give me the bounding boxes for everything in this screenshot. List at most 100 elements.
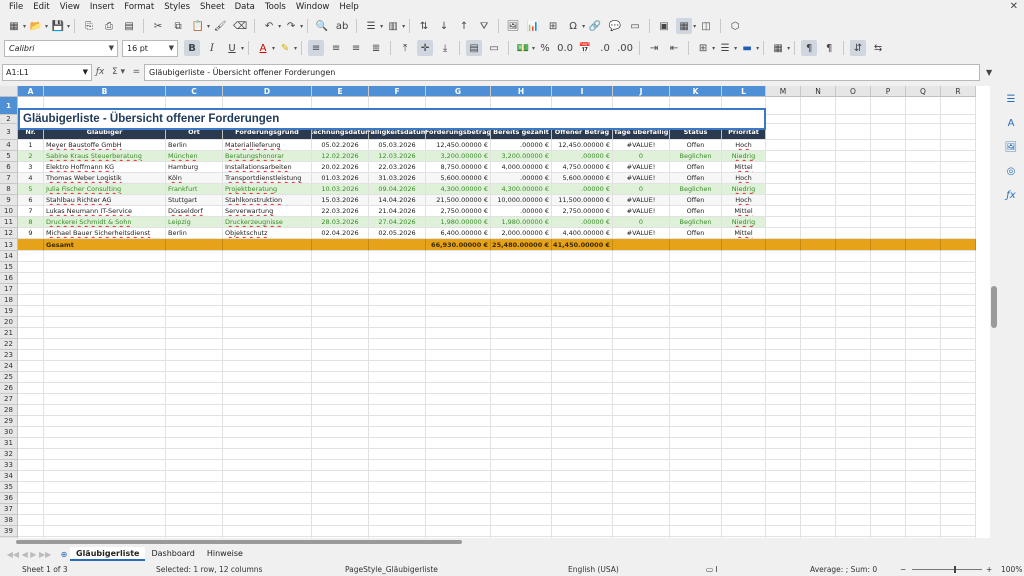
cell-d34[interactable] xyxy=(223,471,312,482)
cell-p15[interactable] xyxy=(871,262,906,273)
cell-grid[interactable]: Nr.GläubigerOrtForderungsgrundRechnungsd… xyxy=(18,97,990,546)
cell-c12[interactable]: Berlin xyxy=(166,228,223,239)
cell-k35[interactable] xyxy=(670,482,722,493)
cell-l16[interactable] xyxy=(722,273,766,284)
cell-m13[interactable] xyxy=(766,239,801,251)
cell-n24[interactable] xyxy=(801,361,836,372)
row-header-33[interactable]: 33 xyxy=(0,460,18,471)
cell-b24[interactable] xyxy=(44,361,166,372)
cell-p23[interactable] xyxy=(871,350,906,361)
cell-j6[interactable]: #VALUE! xyxy=(613,162,670,173)
add-decimal-icon[interactable]: .0 xyxy=(597,40,613,56)
cell-q38[interactable] xyxy=(906,515,941,526)
export-pdf-icon[interactable]: ⎘ xyxy=(81,18,97,34)
cell-m37[interactable] xyxy=(766,504,801,515)
cell-r17[interactable] xyxy=(941,284,976,295)
cell-q39[interactable] xyxy=(906,526,941,537)
cell-k14[interactable] xyxy=(670,251,722,262)
cell-n19[interactable] xyxy=(801,306,836,317)
cell-c38[interactable] xyxy=(166,515,223,526)
cell-r19[interactable] xyxy=(941,306,976,317)
cell-i10[interactable]: 2,750.00000 € xyxy=(552,206,613,217)
highlight-color-icon[interactable]: ✎ xyxy=(277,40,293,56)
new-icon[interactable]: ▦ xyxy=(6,18,22,34)
cell-f5[interactable]: 12.03.2026 xyxy=(369,151,426,162)
cell-f20[interactable] xyxy=(369,317,426,328)
clone-formatting-icon[interactable]: 🖌 xyxy=(212,18,228,34)
cell-n30[interactable] xyxy=(801,427,836,438)
cell-c9[interactable]: Stuttgart xyxy=(166,195,223,206)
cell-c6[interactable]: Hamburg xyxy=(166,162,223,173)
cell-l4[interactable]: Hoch xyxy=(722,140,766,151)
cell-b16[interactable] xyxy=(44,273,166,284)
cell-n1[interactable] xyxy=(801,97,836,115)
cell-b35[interactable] xyxy=(44,482,166,493)
cell-m15[interactable] xyxy=(766,262,801,273)
cell-m21[interactable] xyxy=(766,328,801,339)
cell-m19[interactable] xyxy=(766,306,801,317)
cell-n26[interactable] xyxy=(801,383,836,394)
cell-j15[interactable] xyxy=(613,262,670,273)
cell-j7[interactable]: #VALUE! xyxy=(613,173,670,184)
cell-e30[interactable] xyxy=(312,427,369,438)
cell-r25[interactable] xyxy=(941,372,976,383)
cell-o34[interactable] xyxy=(836,471,871,482)
cell-o11[interactable] xyxy=(836,217,871,228)
cell-r10[interactable] xyxy=(941,206,976,217)
cell-g33[interactable] xyxy=(426,460,491,471)
row-header-37[interactable]: 37 xyxy=(0,504,18,515)
column-header-c[interactable]: C xyxy=(166,86,223,97)
cell-e28[interactable] xyxy=(312,405,369,416)
cell-p7[interactable] xyxy=(871,173,906,184)
cell-k22[interactable] xyxy=(670,339,722,350)
cell-l31[interactable] xyxy=(722,438,766,449)
cell-r38[interactable] xyxy=(941,515,976,526)
cell-o31[interactable] xyxy=(836,438,871,449)
align-right-icon[interactable]: ≡ xyxy=(348,40,364,56)
cell-j22[interactable] xyxy=(613,339,670,350)
cell-a19[interactable] xyxy=(18,306,44,317)
gallery-icon[interactable]: 🖼 xyxy=(1004,140,1018,154)
cell-i36[interactable] xyxy=(552,493,613,504)
cell-q14[interactable] xyxy=(906,251,941,262)
cell-c24[interactable] xyxy=(166,361,223,372)
cell-j36[interactable] xyxy=(613,493,670,504)
cell-k17[interactable] xyxy=(670,284,722,295)
cell-o29[interactable] xyxy=(836,416,871,427)
cell-c28[interactable] xyxy=(166,405,223,416)
cell-b15[interactable] xyxy=(44,262,166,273)
cell-d30[interactable] xyxy=(223,427,312,438)
cell-i28[interactable] xyxy=(552,405,613,416)
cell-p34[interactable] xyxy=(871,471,906,482)
row-header-31[interactable]: 31 xyxy=(0,438,18,449)
cell-l12[interactable]: Mittel xyxy=(722,228,766,239)
print-preview-icon[interactable]: ▤ xyxy=(121,18,137,34)
cell-g34[interactable] xyxy=(426,471,491,482)
cell-p32[interactable] xyxy=(871,449,906,460)
cell-r9[interactable] xyxy=(941,195,976,206)
cell-b37[interactable] xyxy=(44,504,166,515)
cell-i34[interactable] xyxy=(552,471,613,482)
cell-k24[interactable] xyxy=(670,361,722,372)
cell-q26[interactable] xyxy=(906,383,941,394)
cell-n39[interactable] xyxy=(801,526,836,537)
cell-q23[interactable] xyxy=(906,350,941,361)
row-header-1[interactable]: 1 xyxy=(0,97,18,115)
cell-f12[interactable]: 02.05.2026 xyxy=(369,228,426,239)
cell-n21[interactable] xyxy=(801,328,836,339)
copy-icon[interactable]: ⧉ xyxy=(170,18,186,34)
cell-f34[interactable] xyxy=(369,471,426,482)
cell-h10[interactable]: .00000 € xyxy=(491,206,552,217)
column-header-i[interactable]: I xyxy=(552,86,613,97)
column-header-e[interactable]: E xyxy=(312,86,369,97)
header-footer-icon[interactable]: ▭ xyxy=(627,18,643,34)
cell-d16[interactable] xyxy=(223,273,312,284)
cell-i29[interactable] xyxy=(552,416,613,427)
cell-r2[interactable] xyxy=(941,115,976,124)
cell-d35[interactable] xyxy=(223,482,312,493)
clear-formatting-icon[interactable]: ⌫ xyxy=(232,18,248,34)
cell-l39[interactable] xyxy=(722,526,766,537)
cell-m22[interactable] xyxy=(766,339,801,350)
font-name-combo[interactable]: Calibri ▼ xyxy=(4,39,118,57)
row-header-15[interactable]: 15 xyxy=(0,262,18,273)
